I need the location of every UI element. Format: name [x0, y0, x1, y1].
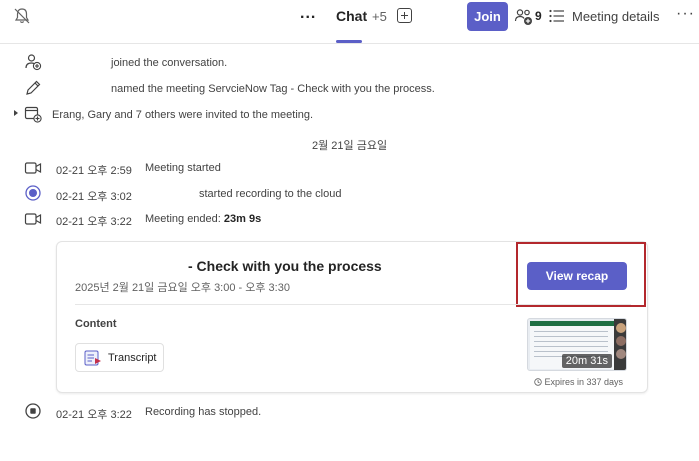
calendar-add-icon — [24, 106, 42, 123]
thumbnail-line — [534, 331, 608, 332]
content-label: Content — [75, 318, 117, 330]
meeting-title: - Check with you the process — [188, 258, 382, 274]
expires-label: Expires in 337 days — [534, 377, 623, 387]
thumbnail-line — [534, 346, 608, 347]
clock-icon — [534, 378, 542, 386]
pencil-icon — [26, 80, 41, 95]
bell-off-icon[interactable] — [12, 6, 32, 26]
event-text: Meeting ended: 23m 9s — [145, 213, 261, 225]
event-text: Meeting started — [145, 162, 221, 174]
participant-avatar — [616, 349, 626, 359]
participant-avatar — [616, 323, 626, 333]
date-separator: 2월 21일 금요일 — [312, 140, 388, 152]
tab-overflow[interactable]: ... — [300, 5, 316, 23]
active-tab-indicator — [336, 40, 362, 43]
transcript-label: Transcript — [108, 352, 157, 364]
recording-icon — [25, 185, 41, 201]
card-divider — [75, 304, 631, 305]
expires-text: Expires in 337 days — [544, 377, 624, 387]
event-time: 02-21 오후 3:22 — [56, 409, 132, 421]
transcript-icon — [84, 350, 101, 366]
more-tabs-count[interactable]: +5 — [372, 9, 387, 24]
event-text: Recording has stopped. — [145, 406, 262, 418]
join-button[interactable]: Join — [467, 2, 508, 31]
thumbnail-toolbar — [530, 321, 614, 326]
thumbnail-line — [534, 341, 608, 342]
video-icon — [24, 213, 42, 225]
view-recap-button[interactable]: View recap — [527, 262, 627, 290]
tab-chat[interactable]: Chat — [336, 8, 367, 24]
expand-caret-icon[interactable] — [14, 110, 18, 116]
participant-avatar — [616, 336, 626, 346]
participant-count[interactable]: 9 — [535, 9, 542, 23]
thumbnail-line — [534, 336, 608, 337]
stop-icon — [25, 403, 41, 419]
meeting-ended-label: Meeting ended: — [145, 213, 224, 225]
more-options-icon[interactable]: ··· — [676, 5, 695, 23]
list-icon[interactable] — [549, 9, 565, 23]
event-time: 02-21 오후 3:22 — [56, 216, 132, 228]
add-tab-icon[interactable] — [397, 8, 412, 23]
activity-joined: joined the conversation. — [111, 57, 228, 69]
thumbnail-line — [534, 351, 608, 352]
event-time: 02-21 오후 2:59 — [56, 165, 132, 177]
meeting-duration: 23m 9s — [223, 213, 262, 225]
activity-renamed: named the meeting ServcieNow Tag - Check… — [111, 83, 435, 95]
people-add-icon[interactable] — [514, 7, 534, 27]
activity-invited: Erang, Gary and 7 others were invited to… — [52, 109, 314, 121]
meeting-time: 2025년 2월 21일 금요일 오후 3:00 - 오후 3:30 — [75, 282, 290, 294]
recording-duration: 20m 31s — [561, 354, 612, 368]
meeting-details-button[interactable]: Meeting details — [572, 9, 659, 24]
event-time: 02-21 오후 3:02 — [56, 191, 132, 203]
event-text: started recording to the cloud — [199, 188, 342, 200]
video-icon — [24, 162, 42, 174]
recording-thumbnail[interactable]: 20m 31s — [527, 318, 627, 371]
person-add-icon — [25, 54, 42, 71]
